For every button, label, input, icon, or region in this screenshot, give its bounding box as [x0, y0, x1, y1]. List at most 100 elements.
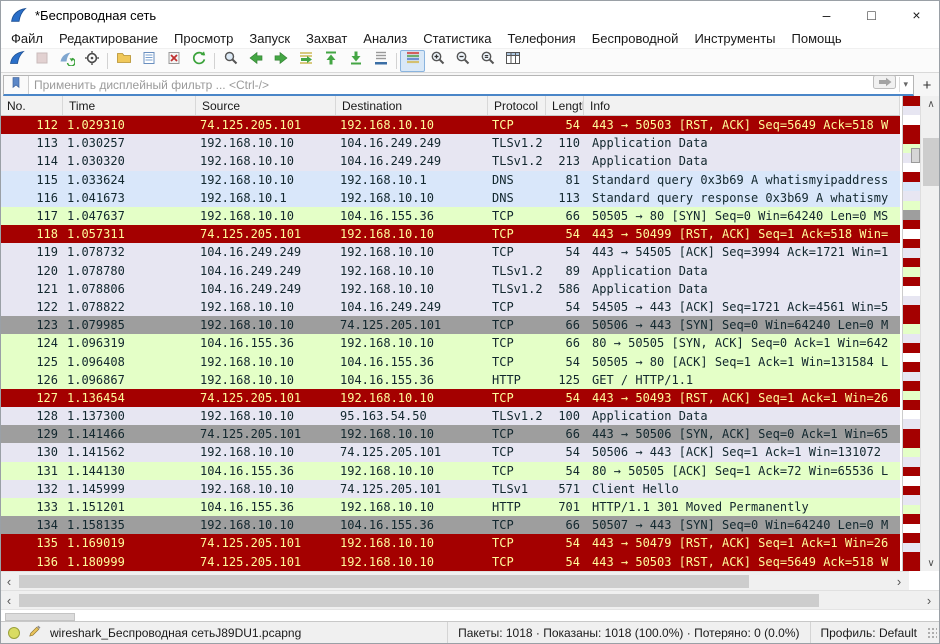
menu-item-0[interactable]: Файл	[3, 29, 51, 48]
close-file-button[interactable]	[161, 50, 186, 72]
packet-proto: TCP	[488, 445, 546, 459]
go-to-packet-button[interactable]	[293, 50, 318, 72]
packet-row[interactable]: 1231.079985192.168.10.1074.125.205.101TC…	[1, 316, 900, 334]
menu-item-5[interactable]: Анализ	[355, 29, 415, 48]
close-button[interactable]: ×	[894, 1, 939, 29]
start-capture-button[interactable]	[4, 50, 29, 72]
minimap-stripe	[903, 524, 920, 534]
horizontal-scrollbar-thumb[interactable]	[19, 594, 819, 607]
profile-selector[interactable]: Профиль: Default	[810, 622, 928, 643]
menu-item-7[interactable]: Телефония	[499, 29, 583, 48]
packet-row[interactable]: 1321.145999192.168.10.1074.125.205.101TL…	[1, 480, 900, 498]
scroll-right-arrow-icon[interactable]: ›	[921, 591, 937, 609]
restart-capture-button[interactable]	[54, 50, 79, 72]
packet-row[interactable]: 1191.078732104.16.249.249192.168.10.10TC…	[1, 243, 900, 261]
packet-row[interactable]: 1341.158135192.168.10.10104.16.155.36TCP…	[1, 516, 900, 534]
menu-item-2[interactable]: Просмотр	[166, 29, 241, 48]
stop-capture-button[interactable]	[29, 50, 54, 72]
packet-row[interactable]: 1151.033624192.168.10.10192.168.10.1DNS8…	[1, 171, 900, 189]
packet-row[interactable]: 1221.078822192.168.10.10104.16.249.249TC…	[1, 298, 900, 316]
horizontal-scrollbar-thumb[interactable]	[19, 575, 749, 588]
colorize-button[interactable]	[400, 50, 425, 72]
filter-history-dropdown[interactable]: ▾	[899, 77, 913, 92]
column-header-no[interactable]: No.	[1, 96, 63, 115]
packet-row[interactable]: 1171.047637192.168.10.10104.16.155.36TCP…	[1, 207, 900, 225]
packet-row[interactable]: 1161.041673192.168.10.1192.168.10.10DNS1…	[1, 189, 900, 207]
menu-bar: ФайлРедактированиеПросмотрЗапускЗахватАн…	[1, 29, 939, 49]
column-header-source[interactable]: Source	[196, 96, 336, 115]
packet-row[interactable]: 1331.151201104.16.155.36192.168.10.10HTT…	[1, 498, 900, 516]
resize-grip[interactable]	[927, 627, 937, 639]
packet-len: 54	[546, 464, 584, 478]
packet-src: 192.168.10.10	[196, 136, 336, 150]
scroll-up-arrow-icon[interactable]: ∧	[921, 96, 940, 112]
horizontal-scrollbar-lower[interactable]: ‹ ›	[1, 590, 939, 609]
column-header-length[interactable]: Length	[546, 96, 584, 115]
filter-bookmark-button[interactable]	[4, 76, 29, 94]
packet-info: 50505 → 80 [ACK] Seq=1 Ack=1 Win=131584 …	[584, 355, 900, 369]
menu-item-8[interactable]: Беспроводной	[584, 29, 687, 48]
packet-row[interactable]: 1181.05731174.125.205.101192.168.10.10TC…	[1, 225, 900, 243]
go-forward-button[interactable]	[268, 50, 293, 72]
scroll-left-arrow-icon[interactable]: ‹	[1, 591, 17, 609]
menu-item-1[interactable]: Редактирование	[51, 29, 166, 48]
display-filter-input[interactable]: Применить дисплейный фильтр ... <Ctrl-/>…	[3, 75, 914, 96]
vertical-scrollbar[interactable]: ∧ ∨	[920, 96, 940, 571]
packet-row[interactable]: 1141.030320192.168.10.10104.16.249.249TL…	[1, 152, 900, 170]
zoom-reset-button[interactable]	[475, 50, 500, 72]
column-header-destination[interactable]: Destination	[336, 96, 488, 115]
packet-proto: TCP	[488, 209, 546, 223]
packet-row[interactable]: 1301.141562192.168.10.1074.125.205.101TC…	[1, 443, 900, 461]
menu-item-4[interactable]: Захват	[298, 29, 355, 48]
resize-columns-button[interactable]	[500, 50, 525, 72]
open-file-button[interactable]	[111, 50, 136, 72]
menu-item-9[interactable]: Инструменты	[686, 29, 783, 48]
save-file-button[interactable]	[136, 50, 161, 72]
packet-row[interactable]: 1241.096319104.16.155.36192.168.10.10TCP…	[1, 334, 900, 352]
packet-row[interactable]: 1201.078780104.16.249.249192.168.10.10TL…	[1, 262, 900, 280]
column-header-time[interactable]: Time	[63, 96, 196, 115]
packet-row[interactable]: 1211.078806104.16.249.249192.168.10.10TL…	[1, 280, 900, 298]
intelligent-scrollbar-minimap[interactable]	[902, 96, 920, 571]
packet-row[interactable]: 1131.030257192.168.10.10104.16.249.249TL…	[1, 134, 900, 152]
scroll-down-arrow-icon[interactable]: ∨	[921, 555, 940, 571]
apply-filter-button[interactable]	[873, 74, 897, 95]
menu-item-6[interactable]: Статистика	[415, 29, 499, 48]
zoom-out-button[interactable]	[450, 50, 475, 72]
scroll-right-arrow-icon[interactable]: ›	[891, 572, 907, 590]
packet-row[interactable]: 1281.137300192.168.10.1095.163.54.50TLSv…	[1, 407, 900, 425]
packet-row[interactable]: 1291.14146674.125.205.101192.168.10.10TC…	[1, 425, 900, 443]
capture-options-button[interactable]	[79, 50, 104, 72]
column-header-info[interactable]: Info	[584, 96, 900, 115]
scroll-left-arrow-icon[interactable]: ‹	[1, 572, 17, 590]
menu-item-3[interactable]: Запуск	[241, 29, 298, 48]
packet-row[interactable]: 1121.02931074.125.205.101192.168.10.10TC…	[1, 116, 900, 134]
reload-file-button[interactable]	[186, 50, 211, 72]
column-header-protocol[interactable]: Protocol	[488, 96, 546, 115]
packet-row[interactable]: 1251.096408192.168.10.10104.16.155.36TCP…	[1, 352, 900, 370]
packet-time: 1.096319	[63, 336, 196, 350]
vertical-scrollbar-thumb[interactable]	[923, 138, 939, 186]
auto-scroll-button[interactable]	[368, 50, 393, 72]
zoom-in-button[interactable]	[425, 50, 450, 72]
packet-row[interactable]: 1351.16901974.125.205.101192.168.10.10TC…	[1, 534, 900, 552]
maximize-button[interactable]: □	[849, 1, 894, 29]
packet-info: GET / HTTP/1.1	[584, 373, 900, 387]
packet-src: 74.125.205.101	[196, 427, 336, 441]
find-packet-button[interactable]	[218, 50, 243, 72]
menu-item-10[interactable]: Помощь	[784, 29, 850, 48]
capture-comment-pencil-icon[interactable]	[28, 624, 42, 641]
go-back-button[interactable]	[243, 50, 268, 72]
packet-row[interactable]: 1261.096867192.168.10.10104.16.155.36HTT…	[1, 371, 900, 389]
packet-row[interactable]: 1271.13645474.125.205.101192.168.10.10TC…	[1, 389, 900, 407]
packet-row[interactable]: 1361.18099974.125.205.101192.168.10.10TC…	[1, 553, 900, 571]
go-top-button[interactable]	[318, 50, 343, 72]
collapsed-pane-handle[interactable]	[5, 613, 75, 621]
packet-row[interactable]: 1311.144130104.16.155.36192.168.10.10TCP…	[1, 462, 900, 480]
expert-info-icon[interactable]	[8, 627, 20, 639]
go-back-icon	[248, 50, 264, 71]
add-filter-button[interactable]: +	[918, 77, 936, 94]
horizontal-scrollbar-list[interactable]: ‹ ›	[1, 571, 909, 590]
go-bottom-button[interactable]	[343, 50, 368, 72]
minimize-button[interactable]: –	[804, 1, 849, 29]
